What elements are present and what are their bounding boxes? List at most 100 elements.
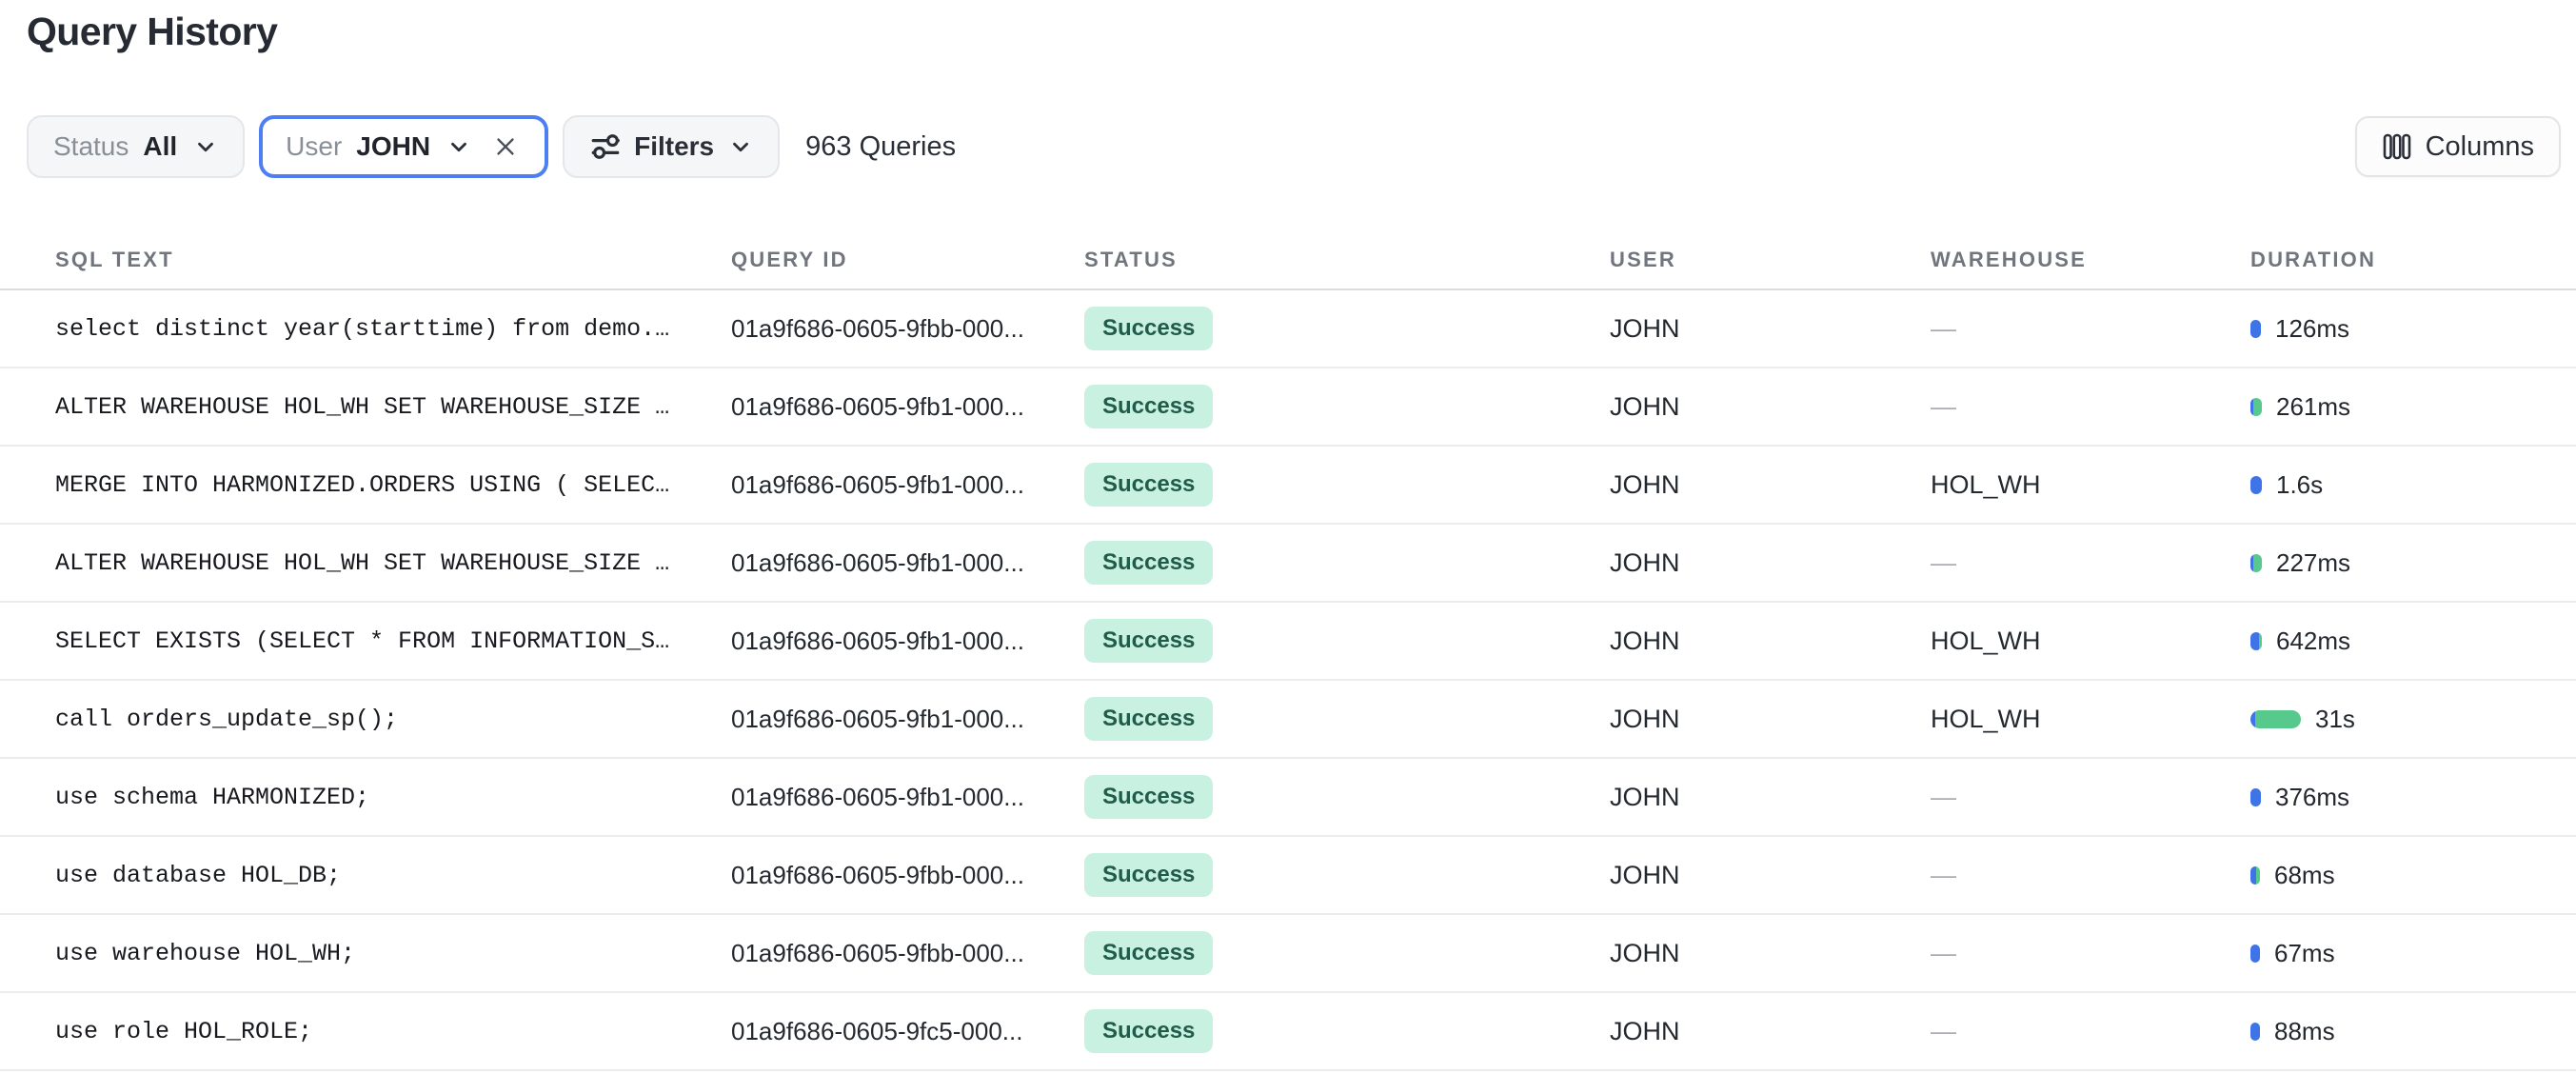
warehouse-cell: HOL_WH [1931,705,2250,734]
table-row[interactable]: SELECT EXISTS (SELECT * FROM INFORMATION… [0,603,2576,681]
user-cell: JOHN [1610,392,1931,422]
duration-bar [2250,320,2261,338]
warehouse-cell: — [1931,314,2250,344]
status-badge: Success [1084,541,1213,585]
duration-bar [2250,554,2262,572]
column-header-sql-text: SQL Text [55,248,731,272]
query-id-cell[interactable]: 01a9f686-0605-9fb1-000... [731,705,1084,734]
duration-value: 642ms [2276,626,2350,656]
duration-bar [2250,632,2262,650]
duration-bar-green-segment [2256,866,2260,885]
table-body: select distinct year(starttime) from dem… [0,290,2576,1071]
status-badge: Success [1084,619,1213,663]
duration-bar [2250,788,2261,806]
query-id-cell[interactable]: 01a9f686-0605-9fc5-000... [731,1017,1084,1046]
duration-cell: 67ms [2250,939,2576,968]
warehouse-cell: — [1931,1017,2250,1046]
user-cell: JOHN [1610,314,1931,344]
query-id-cell[interactable]: 01a9f686-0605-9fb1-000... [731,783,1084,812]
table-row[interactable]: ALTER WAREHOUSE HOL_WH SET WAREHOUSE_SIZ… [0,368,2576,447]
duration-value: 1.6s [2276,470,2323,500]
status-badge: Success [1084,931,1213,975]
query-count: 963 Queries [805,131,956,163]
column-header-duration: Duration [2250,248,2576,272]
status-badge: Success [1084,775,1213,819]
user-cell: JOHN [1610,1017,1931,1046]
duration-bar [2250,398,2262,416]
sql-text-cell: ALTER WAREHOUSE HOL_WH SET WAREHOUSE_SIZ… [55,393,731,421]
sql-text-cell: use database HOL_DB; [55,862,731,889]
table-row[interactable]: call orders_update_sp(); 01a9f686-0605-9… [0,681,2576,759]
duration-value: 376ms [2275,783,2349,812]
toolbar: Status All User JOHN Filters 963 Queries [27,115,2561,178]
column-header-status: Status [1084,248,1610,272]
query-history-table: SQL Text Query ID Status User Warehouse … [0,231,2576,1071]
table-row[interactable]: use schema HARMONIZED; 01a9f686-0605-9fb… [0,759,2576,837]
page-title: Query History [27,10,277,54]
duration-bar-green-segment [2259,632,2262,650]
query-id-cell[interactable]: 01a9f686-0605-9fb1-000... [731,470,1084,500]
duration-cell: 261ms [2250,392,2576,422]
query-id-cell[interactable]: 01a9f686-0605-9fb1-000... [731,392,1084,422]
duration-cell: 88ms [2250,1017,2576,1046]
status-badge: Success [1084,853,1213,897]
duration-value: 31s [2315,705,2355,734]
user-filter-label: User [286,131,342,162]
user-cell: JOHN [1610,939,1931,968]
table-row[interactable]: use role HOL_ROLE; 01a9f686-0605-9fc5-00… [0,993,2576,1071]
warehouse-cell: — [1931,861,2250,890]
query-id-cell[interactable]: 01a9f686-0605-9fb1-000... [731,626,1084,656]
status-badge: Success [1084,1009,1213,1053]
duration-cell: 31s [2250,705,2576,734]
query-id-cell[interactable]: 01a9f686-0605-9fb1-000... [731,548,1084,578]
column-header-user: User [1610,248,1931,272]
table-row[interactable]: use warehouse HOL_WH; 01a9f686-0605-9fbb… [0,915,2576,993]
status-filter-value: All [143,131,177,162]
duration-bar-blue-segment [2250,1023,2260,1041]
duration-cell: 376ms [2250,783,2576,812]
duration-bar-blue-segment [2250,945,2260,963]
query-id-cell[interactable]: 01a9f686-0605-9fbb-000... [731,314,1084,344]
status-badge: Success [1084,463,1213,507]
duration-bar [2250,476,2262,494]
duration-value: 261ms [2276,392,2350,422]
warehouse-cell: — [1931,939,2250,968]
status-filter-label: Status [53,131,129,162]
sql-text-cell: MERGE INTO HARMONIZED.ORDERS USING ( SEL… [55,471,731,499]
duration-bar-blue-segment [2250,788,2261,806]
duration-value: 88ms [2274,1017,2335,1046]
duration-cell: 68ms [2250,861,2576,890]
table-row[interactable]: select distinct year(starttime) from dem… [0,290,2576,368]
sql-text-cell: call orders_update_sp(); [55,706,731,733]
sql-text-cell: ALTER WAREHOUSE HOL_WH SET WAREHOUSE_SIZ… [55,549,731,577]
user-filter-clear-button[interactable] [489,130,522,163]
warehouse-cell: — [1931,783,2250,812]
filters-sliders-icon [589,130,622,163]
chevron-down-icon [728,134,753,159]
user-cell: JOHN [1610,705,1931,734]
user-cell: JOHN [1610,626,1931,656]
duration-bar [2250,710,2301,728]
chevron-down-icon [446,134,471,159]
query-history-page: Query History Status All User JOHN Filte… [0,0,2576,1074]
filters-button[interactable]: Filters [563,115,780,178]
query-id-cell[interactable]: 01a9f686-0605-9fbb-000... [731,939,1084,968]
duration-bar [2250,945,2260,963]
warehouse-cell: — [1931,392,2250,422]
duration-cell: 126ms [2250,314,2576,344]
table-row[interactable]: use database HOL_DB; 01a9f686-0605-9fbb-… [0,837,2576,915]
columns-button[interactable]: Columns [2355,116,2561,177]
status-filter-chip[interactable]: Status All [27,115,245,178]
user-cell: JOHN [1610,548,1931,578]
table-row[interactable]: ALTER WAREHOUSE HOL_WH SET WAREHOUSE_SIZ… [0,525,2576,603]
user-filter-chip[interactable]: User JOHN [259,115,548,178]
sql-text-cell: use role HOL_ROLE; [55,1018,731,1045]
table-row[interactable]: MERGE INTO HARMONIZED.ORDERS USING ( SEL… [0,447,2576,525]
duration-bar-green-segment [2255,710,2301,728]
warehouse-cell: HOL_WH [1931,626,2250,656]
duration-value: 68ms [2274,861,2335,890]
query-id-cell[interactable]: 01a9f686-0605-9fbb-000... [731,861,1084,890]
columns-layout-icon [2382,131,2412,162]
duration-bar [2250,1023,2260,1041]
duration-value: 227ms [2276,548,2350,578]
